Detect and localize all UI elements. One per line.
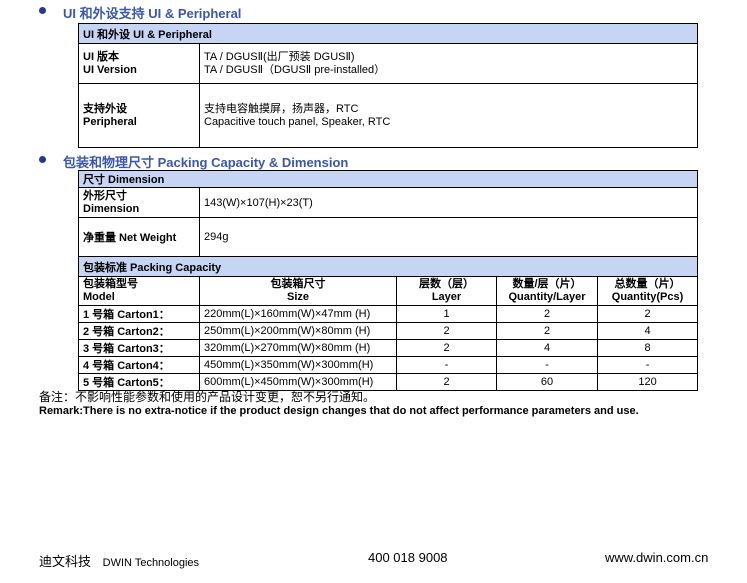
carton-size: 220mm(L)×160mm(W)×47mm (H) — [199, 305, 397, 323]
col-header-size: 包装箱尺寸 Size — [199, 276, 397, 306]
carton-size: 450mm(L)×350mm(W)×300mm(H) — [199, 356, 397, 374]
footer-company: 迪文科技 DWIN Technologies — [39, 551, 199, 570]
peripheral-value: 支持电容触摸屏，扬声器，RTC Capacitive touch panel, … — [198, 83, 699, 148]
ui-version-label-cn: UI 版本 — [83, 50, 120, 63]
carton-layer: 2 — [396, 322, 497, 340]
net-weight-value: 294g — [198, 217, 699, 257]
carton-qty-layer: 60 — [496, 373, 598, 391]
col-header-qty-layer-cn: 数量/层（片） — [512, 278, 582, 290]
col-header-model: 包装箱型号 Model — [78, 276, 200, 306]
col-header-qty-cn: 总数量（片） — [614, 278, 681, 290]
peripheral-label-cn: 支持外设 — [83, 102, 127, 115]
carton-qty: 8 — [596, 339, 699, 357]
col-header-size-cn: 包装箱尺寸 — [270, 278, 326, 290]
peripheral-value-en: Capacitive touch panel, Speaker, RTC — [204, 115, 391, 128]
carton-qty: 120 — [596, 373, 699, 391]
bullet-icon — [39, 7, 46, 14]
remark-cn: 备注：不影响性能参数和使用的产品设计变更，恕不另行通知。 — [39, 390, 376, 404]
table-row: 4 号箱 Carton4： 450mm(L)×350mm(W)×300mm(H)… — [78, 356, 699, 374]
ui-version-label-en: UI Version — [83, 63, 137, 76]
ui-peripheral-table: UI 和外设 UI & Peripheral UI 版本 UI Version … — [77, 23, 699, 148]
col-header-model-cn: 包装箱型号 — [83, 278, 138, 290]
dimension-header: 尺寸 Dimension — [77, 170, 699, 188]
footer-website[interactable]: www.dwin.com.cn — [605, 550, 708, 565]
carton-model: 2 号箱 Carton2： — [78, 322, 200, 340]
ui-version-label: UI 版本 UI Version — [78, 43, 200, 84]
carton-model: 4 号箱 Carton4： — [78, 356, 200, 374]
carton-qty: 2 — [596, 305, 699, 323]
carton-qty-layer: 2 — [496, 305, 598, 323]
carton-model: 1 号箱 Carton1： — [78, 305, 200, 323]
carton-qty-layer: 4 — [496, 339, 598, 357]
dimension-value: 143(W)×107(H)×23(T) — [198, 187, 699, 218]
table-row: 1 号箱 Carton1： 220mm(L)×160mm(W)×47mm (H)… — [78, 305, 699, 323]
dimension-label-en: Dimension — [83, 202, 140, 215]
peripheral-label-en: Peripheral — [83, 115, 137, 128]
carton-qty: - — [596, 356, 699, 374]
col-header-layer-en: Layer — [431, 291, 462, 303]
col-header-layer: 层数（层） Layer — [396, 276, 497, 306]
peripheral-label: 支持外设 Peripheral — [78, 83, 200, 148]
packing-table: 尺寸 Dimension 外形尺寸 Dimension 143(W)×107(H… — [77, 170, 699, 391]
carton-qty: 4 — [596, 322, 699, 340]
peripheral-value-cn: 支持电容触摸屏，扬声器，RTC — [204, 102, 359, 115]
col-header-qty-layer: 数量/层（片） Quantity/Layer — [496, 276, 598, 306]
carton-qty-layer: 2 — [496, 322, 598, 340]
carton-size: 320mm(L)×270mm(W)×80mm (H) — [199, 339, 397, 357]
dimension-label: 外形尺寸 Dimension — [78, 187, 200, 218]
dimension-label-cn: 外形尺寸 — [83, 189, 127, 202]
section-title-packing: 包装和物理尺寸 Packing Capacity & Dimension — [63, 155, 349, 170]
carton-layer: 2 — [396, 339, 497, 357]
packing-header: 包装标准 Packing Capacity — [77, 256, 699, 277]
footer-company-en: DWIN Technologies — [102, 557, 200, 569]
col-header-model-en: Model — [83, 291, 115, 303]
bullet-icon — [39, 156, 46, 163]
ui-version-value-cn: TA / DGUSⅡ(出厂预装 DGUSⅡ) — [204, 50, 355, 63]
footer-company-cn: 迪文科技 — [39, 554, 92, 569]
ui-version-value: TA / DGUSⅡ(出厂预装 DGUSⅡ) TA / DGUSⅡ（DGUSⅡ … — [198, 43, 699, 84]
col-header-qty-layer-en: Quantity/Layer — [508, 291, 586, 303]
carton-layer: - — [396, 356, 497, 374]
carton-layer: 2 — [396, 373, 497, 391]
col-header-qty-en: Quantity(Pcs) — [611, 291, 684, 303]
carton-size: 250mm(L)×200mm(W)×80mm (H) — [199, 322, 397, 340]
col-header-size-en: Size — [286, 291, 309, 303]
net-weight-label: 净重量 Net Weight — [78, 217, 200, 257]
col-header-qty: 总数量（片） Quantity(Pcs) — [596, 276, 699, 306]
ui-version-value-en: TA / DGUSⅡ（DGUSⅡ pre-installed） — [204, 63, 386, 76]
remark-en: Remark:There is no extra-notice if the p… — [39, 405, 639, 417]
footer-phone: 400 018 9008 — [368, 550, 448, 565]
carton-layer: 1 — [396, 305, 497, 323]
col-header-layer-cn: 层数（层） — [419, 278, 474, 290]
ui-table-header: UI 和外设 UI & Peripheral — [77, 23, 699, 44]
table-row: 3 号箱 Carton3： 320mm(L)×270mm(W)×80mm (H)… — [78, 339, 699, 357]
table-row: 2 号箱 Carton2： 250mm(L)×200mm(W)×80mm (H)… — [78, 322, 699, 340]
carton-qty-layer: - — [496, 356, 598, 374]
section-title-ui: UI 和外设支持 UI & Peripheral — [63, 6, 242, 21]
carton-model: 3 号箱 Carton3： — [78, 339, 200, 357]
